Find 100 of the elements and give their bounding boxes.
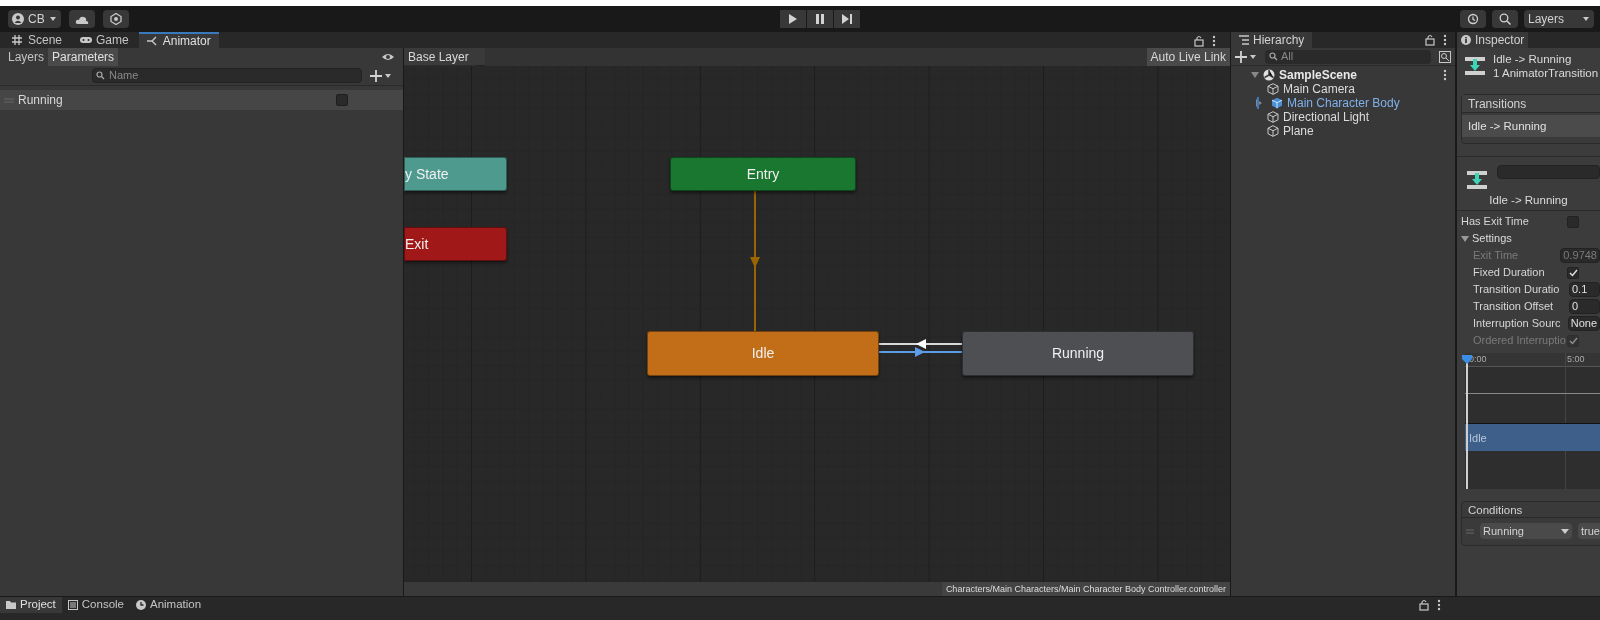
value-field[interactable]: None: [1567, 316, 1600, 331]
lock-icon[interactable]: [1194, 35, 1204, 47]
transition-arrow[interactable]: [879, 342, 962, 347]
transition-icon: [1467, 171, 1487, 189]
cube-icon: [1267, 83, 1279, 95]
checkbox[interactable]: [1567, 266, 1579, 279]
clock-icon: [136, 600, 146, 610]
panel-tab[interactable]: Inspector: [1457, 32, 1529, 48]
services-button[interactable]: [102, 10, 129, 28]
foldout-label[interactable]: Settings: [1472, 230, 1512, 247]
property-label: Exit Time: [1473, 248, 1520, 264]
caret-icon: [1561, 528, 1569, 534]
scene-icon: [1263, 69, 1275, 81]
panel-tab[interactable]: Parameters: [48, 48, 119, 66]
section-heading: Conditions: [1462, 502, 1600, 518]
play-button[interactable]: [780, 10, 806, 28]
inspector-title: Idle -> Running: [1493, 52, 1573, 66]
name-field[interactable]: [1497, 165, 1600, 179]
time-label: 5:00: [1567, 353, 1585, 366]
cube-icon: [1267, 111, 1279, 123]
search-icon: [96, 71, 105, 80]
inspector-subtitle: 1 AnimatorTransition: [1493, 66, 1599, 80]
caret-icon: [48, 15, 57, 23]
transition-name: Idle -> Running: [1457, 189, 1600, 211]
property-label: Transition Offset: [1473, 299, 1555, 315]
plus-icon: [1235, 50, 1247, 63]
editor-tab[interactable]: Game: [72, 32, 137, 48]
layers-dropdown[interactable]: Layers: [1524, 10, 1594, 28]
caret-icon: [1249, 52, 1257, 61]
step-icon: [842, 14, 852, 24]
value-field[interactable]: 0.1: [1569, 282, 1600, 297]
more-icon[interactable]: [1212, 35, 1216, 47]
add-button[interactable]: [1235, 50, 1257, 63]
controller-path: Characters/Main Characters/Main Character Body Controller.controller: [941, 582, 1230, 596]
caret-icon: [1582, 15, 1590, 23]
search-icon: [1269, 51, 1278, 61]
eye-icon[interactable]: [381, 52, 395, 62]
more-icon[interactable]: [1443, 69, 1447, 81]
property-label: Ordered Interruptio: [1473, 333, 1567, 349]
cube-icon: [1271, 97, 1283, 109]
playhead-icon[interactable]: [1462, 355, 1472, 364]
history-button[interactable]: [1460, 10, 1486, 28]
checkbox[interactable]: [1567, 215, 1579, 228]
transition-icon: [1465, 57, 1485, 75]
state-node[interactable]: Entry: [670, 157, 856, 191]
search-icon: [1499, 13, 1511, 25]
state-node[interactable]: Running: [962, 331, 1194, 376]
clip-bar[interactable]: Idle: [1465, 423, 1600, 451]
lock-icon[interactable]: [1419, 599, 1430, 611]
grid-icon: [12, 35, 24, 45]
caret-icon: [384, 71, 392, 80]
expand-arrow-icon[interactable]: [1251, 71, 1259, 79]
account-button[interactable]: CB: [8, 10, 61, 28]
check-icon: [1568, 336, 1578, 345]
panel-tab[interactable]: Hierarchy: [1231, 32, 1313, 48]
search-button[interactable]: [1492, 10, 1518, 28]
transition-item[interactable]: Idle -> Running: [1462, 115, 1600, 137]
history-icon: [1467, 13, 1479, 25]
editor-tab[interactable]: Animator: [138, 32, 219, 48]
value-field[interactable]: 0: [1569, 299, 1600, 314]
cube-icon: [1267, 125, 1279, 137]
scene-search-icon[interactable]: [1439, 50, 1451, 63]
bottom-tab[interactable]: Animation: [130, 597, 208, 613]
plus-icon: [370, 69, 382, 82]
transition-arrow[interactable]: [879, 349, 962, 355]
search-field[interactable]: Name: [92, 68, 362, 83]
checkbox[interactable]: [336, 94, 348, 106]
parameter-dropdown[interactable]: Running: [1480, 523, 1572, 539]
property-label: Transition Duratio: [1473, 282, 1561, 298]
selection-marker: [1257, 97, 1259, 109]
info-icon: [1461, 35, 1471, 45]
more-icon[interactable]: [1437, 599, 1442, 611]
foldout-arrow-icon[interactable]: [1461, 234, 1469, 243]
parameter-row[interactable]: Running: [0, 90, 403, 110]
cloud-button[interactable]: [68, 10, 95, 28]
bottom-tab[interactable]: Project: [0, 597, 62, 613]
editor-tab[interactable]: Scene: [4, 32, 71, 48]
tree-item[interactable]: SampleScene: [1279, 66, 1358, 84]
check-icon: [1568, 268, 1578, 277]
branch-icon: [146, 36, 159, 46]
search-field[interactable]: All: [1265, 49, 1431, 64]
folder-icon: [6, 600, 16, 610]
step-button[interactable]: [834, 10, 860, 28]
section-heading: Transitions: [1462, 95, 1600, 113]
play-icon: [788, 14, 798, 24]
user-icon: [12, 13, 24, 25]
lock-icon[interactable]: [1425, 34, 1435, 46]
add-button[interactable]: [370, 69, 392, 82]
panel-tab[interactable]: Layers: [4, 48, 49, 66]
more-icon[interactable]: [1443, 34, 1447, 46]
pause-icon: [815, 14, 825, 24]
list-icon: [1239, 35, 1249, 45]
value-dropdown[interactable]: true: [1578, 523, 1600, 539]
property-label: Has Exit Time: [1461, 214, 1530, 230]
pause-button[interactable]: [807, 10, 833, 28]
state-node[interactable]: Exit: [404, 227, 507, 261]
bottom-tab[interactable]: Console: [61, 597, 130, 613]
parameter-name: Running: [18, 92, 64, 109]
expand-arrow-icon[interactable]: [1255, 99, 1263, 107]
gamepad-icon: [80, 35, 93, 45]
